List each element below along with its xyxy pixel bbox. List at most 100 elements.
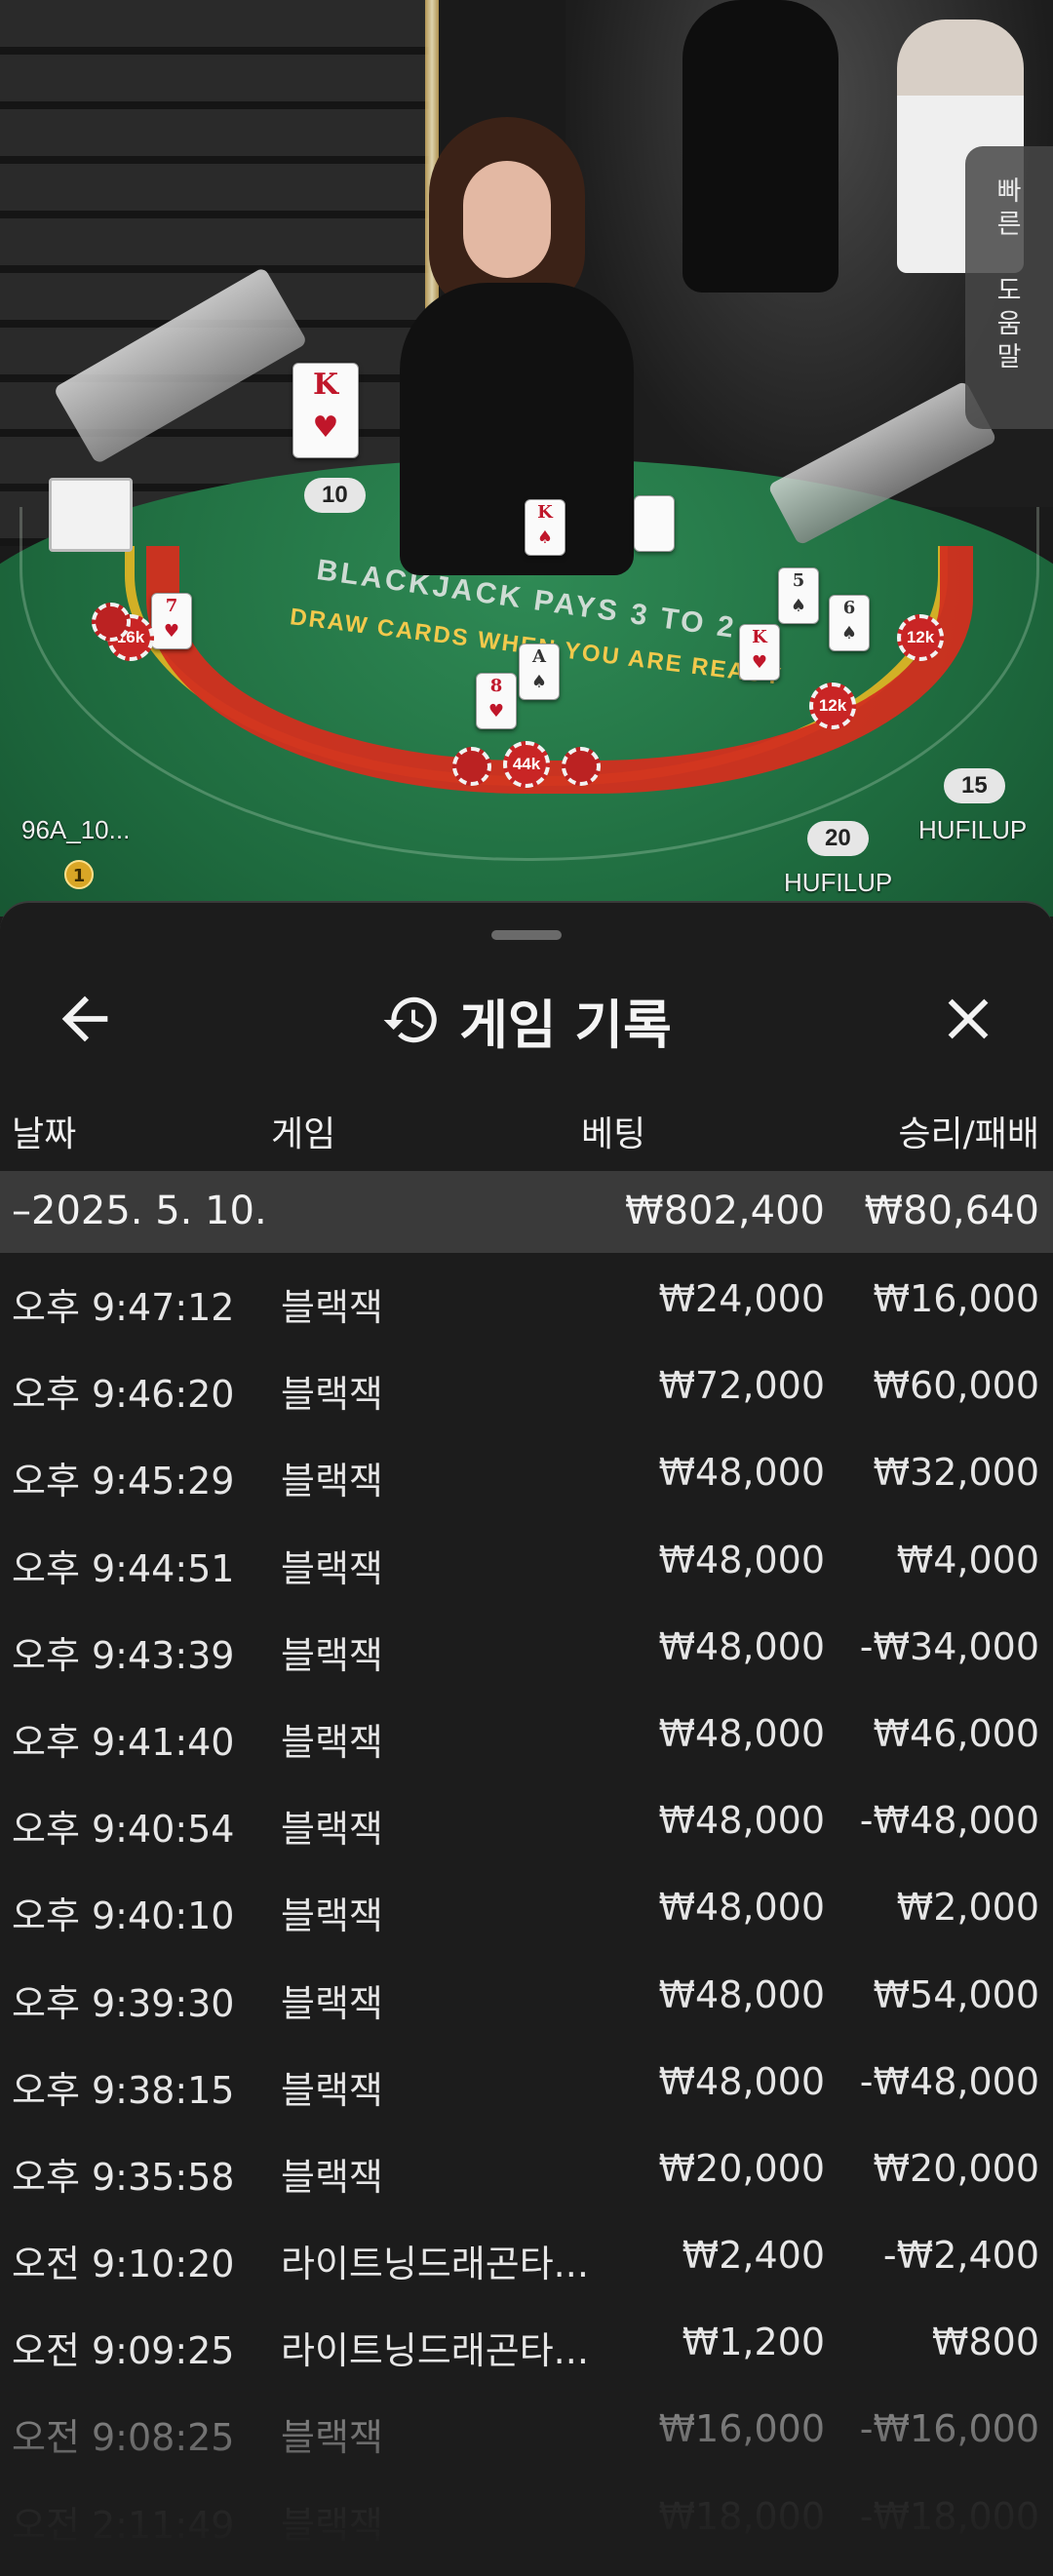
seat-player-name: HUFILUP	[918, 815, 1028, 844]
summary-result: ₩80,640	[864, 1189, 1039, 1233]
row-game: 블랙잭	[281, 1808, 383, 1852]
row-bet: ₩20,000	[658, 2146, 825, 2190]
row-result: ₩4,000	[896, 1538, 1039, 1581]
close-icon[interactable]	[934, 985, 1002, 1053]
table-row[interactable]: 오전 9:09:25 라이트닝드래곤타... ₩1,200 ₩800	[0, 2297, 1053, 2384]
row-time: 오후 9:45:29	[12, 1460, 235, 1503]
table-card: A ♠	[519, 644, 560, 700]
help-tab-char: 말	[996, 342, 1022, 372]
row-game: 블랙잭	[281, 1894, 383, 1938]
row-time: 오전 9:09:25	[12, 2329, 235, 2373]
row-game: 블랙잭	[281, 2068, 383, 2112]
help-tab-char: 빠	[996, 176, 1022, 207]
row-bet: ₩48,000	[658, 1711, 825, 1755]
dealer	[370, 107, 663, 575]
row-game: 블랙잭	[281, 1546, 383, 1590]
row-result: -₩2,400	[882, 2234, 1039, 2278]
table-card: 7 ♥	[151, 593, 192, 649]
row-game: 블랙잭	[281, 1460, 383, 1503]
row-time: 오후 9:46:20	[12, 1373, 235, 1417]
table-row[interactable]: 오전 2:11:49 블랙잭 ₩18,000 -₩18,000	[0, 2472, 1053, 2558]
table-row[interactable]: 오후 9:40:54 블랙잭 ₩48,000 -₩48,000	[0, 1776, 1053, 1862]
help-tab-char: 도	[996, 276, 1022, 306]
row-time: 오후 9:44:51	[12, 1546, 235, 1590]
table-row[interactable]: 오후 9:38:15 블랙잭 ₩48,000 -₩48,000	[0, 2037, 1053, 2124]
panel-title: 게임 기록	[459, 994, 672, 1056]
bet-chip-small	[562, 747, 601, 786]
row-game: 블랙잭	[281, 2416, 383, 2460]
row-time: 오후 9:41:40	[12, 1720, 235, 1764]
table-row[interactable]: 오후 9:46:20 블랙잭 ₩72,000 ₩60,000	[0, 1341, 1053, 1427]
row-game: 라이트닝드래곤타...	[281, 2329, 589, 2373]
row-time: 오후 9:35:58	[12, 2155, 235, 2199]
column-date: 날짜	[12, 1114, 77, 1154]
row-game: 블랙잭	[281, 1981, 383, 2025]
row-bet: ₩24,000	[658, 1277, 825, 1320]
row-result: ₩800	[931, 2321, 1039, 2364]
game-history-panel: 게임 기록 날짜 게임 베팅 승리/패배 –2025. 5. 10. ₩802,…	[0, 901, 1053, 2576]
live-video-stage: BLACKJACK PAYS 3 TO 2 DRAW CARDS WHEN YO…	[0, 0, 1053, 917]
drag-handle[interactable]	[491, 930, 562, 940]
row-bet: ₩48,000	[658, 1624, 825, 1668]
row-result: ₩20,000	[873, 2146, 1039, 2190]
seat-total-badge: 20	[807, 821, 869, 856]
row-game: 블랙잭	[281, 1720, 383, 1764]
row-time: 오후 9:40:10	[12, 1894, 235, 1938]
table-row[interactable]: 오후 9:40:10 블랙잭 ₩48,000 ₩2,000	[0, 1862, 1053, 1949]
arrow-left-icon[interactable]	[51, 985, 119, 1053]
dealer-card: K ♥	[292, 363, 359, 458]
quick-help-tab[interactable]: 빠 른 도 움 말	[965, 146, 1053, 429]
bet-chip: 44k	[503, 741, 550, 788]
help-tab-char: 움	[996, 309, 1022, 339]
row-bet: ₩16,000	[658, 2407, 825, 2451]
table-row[interactable]: 오후 9:35:58 블랙잭 ₩20,000 ₩20,000	[0, 2124, 1053, 2210]
column-game: 게임	[271, 1114, 336, 1154]
row-result: ₩54,000	[873, 1972, 1039, 2016]
date-summary-row[interactable]: –2025. 5. 10. ₩802,400 ₩80,640	[0, 1171, 1053, 1253]
table-row[interactable]: 오후 9:44:51 블랙잭 ₩48,000 ₩4,000	[0, 1515, 1053, 1602]
row-result: ₩2,000	[896, 1886, 1039, 1930]
table-card: 5 ♠	[778, 567, 819, 624]
table-card	[634, 495, 675, 552]
row-time: 오전 2:11:49	[12, 2503, 235, 2547]
row-game: 라이트닝드래곤타...	[281, 2243, 589, 2286]
table-row[interactable]: 오전 9:08:25 블랙잭 ₩16,000 -₩16,000	[0, 2384, 1053, 2471]
row-result: ₩16,000	[873, 1277, 1039, 1320]
row-time: 오후 9:39:30	[12, 1981, 235, 2025]
history-list: 오후 9:47:12 블랙잭 ₩24,000 ₩16,000 오후 9:46:20 블랙…	[0, 1254, 1053, 2558]
bet-chip-small	[452, 747, 491, 786]
row-result: -₩48,000	[859, 1799, 1039, 1843]
table-row[interactable]: 오전 9:10:20 라이트닝드래곤타... ₩2,400 -₩2,400	[0, 2210, 1053, 2297]
row-game: 블랙잭	[281, 1286, 383, 1329]
table-card: 6 ♠	[829, 595, 870, 651]
seat-total-badge: 15	[944, 768, 1005, 803]
summary-date: –2025. 5. 10.	[12, 1189, 267, 1233]
row-bet: ₩48,000	[658, 1799, 825, 1843]
row-result: -₩18,000	[859, 2494, 1039, 2538]
row-result: ₩46,000	[873, 1711, 1039, 1755]
row-bet: ₩48,000	[658, 1972, 825, 2016]
row-result: -₩48,000	[859, 2059, 1039, 2103]
column-result: 승리/패배	[898, 1114, 1039, 1154]
studio-wall	[0, 0, 429, 546]
bet-chip: 12k	[897, 614, 944, 661]
row-result: -₩34,000	[859, 1624, 1039, 1668]
row-result: ₩60,000	[873, 1364, 1039, 1408]
table-row[interactable]: 오후 9:43:39 블랙잭 ₩48,000 -₩34,000	[0, 1602, 1053, 1689]
row-time: 오후 9:38:15	[12, 2068, 235, 2112]
row-time: 오후 9:43:39	[12, 1633, 235, 1677]
summary-bet: ₩802,400	[625, 1189, 825, 1233]
row-game: 블랙잭	[281, 2155, 383, 2199]
bet-chip-small	[92, 603, 131, 642]
help-tab-char: 른	[996, 210, 1022, 240]
table-row[interactable]: 오후 9:39:30 블랙잭 ₩48,000 ₩54,000	[0, 1950, 1053, 2037]
row-game: 블랙잭	[281, 2503, 383, 2547]
table-row[interactable]: 오후 9:41:40 블랙잭 ₩48,000 ₩46,000	[0, 1689, 1053, 1776]
table-row[interactable]: 오후 9:45:29 블랙잭 ₩48,000 ₩32,000	[0, 1427, 1053, 1514]
column-headers: 날짜 게임 베팅 승리/패배	[0, 1088, 1053, 1162]
row-result: ₩32,000	[873, 1451, 1039, 1495]
row-time: 오후 9:47:12	[12, 1286, 235, 1329]
row-bet: ₩48,000	[658, 1451, 825, 1495]
discard-tray	[49, 478, 133, 552]
table-row[interactable]: 오후 9:47:12 블랙잭 ₩24,000 ₩16,000	[0, 1254, 1053, 1341]
